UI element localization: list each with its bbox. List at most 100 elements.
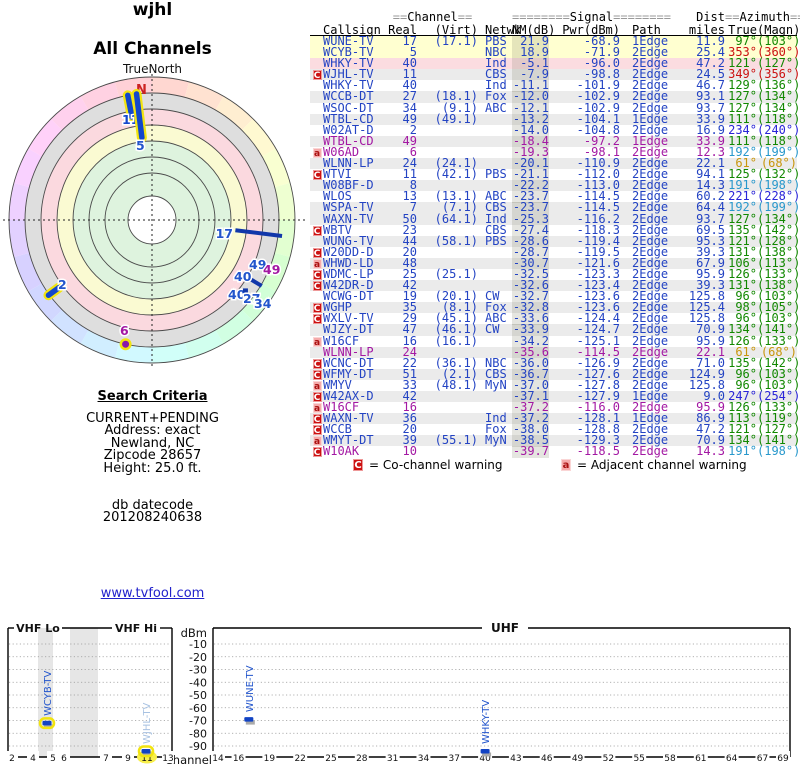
x-tick-label: 19 [264, 754, 276, 764]
y-tick-label: -20 [189, 651, 207, 664]
y-tick-label: -70 [189, 715, 207, 728]
channel-label: 49 [263, 262, 280, 277]
db-datecode-value: 201208240638 [0, 512, 305, 524]
x-tick-label: 69 [777, 754, 789, 764]
adjacent-warning-icon: a [313, 381, 322, 391]
adjacent-warning-icon: a [313, 436, 322, 446]
dbm-axis-label: dBm [181, 626, 207, 640]
x-tick-label: 49 [572, 754, 584, 764]
station-label: WUNE-TV [245, 665, 256, 712]
x-tick-label: 64 [726, 754, 738, 764]
x-tick-label: 14 [212, 754, 224, 764]
spectrum-chart: -10-20-30-40-50-60-70-80-90dBmChannelVHF… [0, 618, 800, 768]
station-bar [481, 749, 490, 754]
signal-group-header: ========Signal======== [512, 12, 670, 24]
x-tick-label: 25 [325, 754, 336, 764]
cochannel-warning-icon: C [313, 314, 322, 324]
table-group-header: ==Channel== ========Signal========Dist==A… [310, 12, 797, 24]
station-label: WHKY-TV [481, 700, 492, 744]
cochannel-warning-icon: C [313, 359, 322, 369]
cochannel-warning-icon: C [313, 226, 322, 236]
tvfool-link-wrap: www.tvfool.com [0, 586, 305, 601]
table-legend: C = Co-channel warning a = Adjacent chan… [310, 458, 797, 474]
x-tick-label: 4 [30, 754, 36, 764]
x-tick-label: 67 [757, 754, 768, 764]
adjacent-warning-icon: a [561, 459, 571, 471]
y-tick-label: -90 [189, 740, 207, 753]
x-tick-label: 61 [695, 754, 706, 764]
cochannel-warning-icon: C [313, 303, 322, 313]
radar-plot: N1151749494040273426 [0, 70, 310, 370]
adjacent-warning-icon: a [313, 337, 322, 347]
cochannel-warning-icon: C [313, 392, 322, 402]
x-tick-label: 2 [9, 754, 15, 764]
x-tick-label: 5 [50, 754, 56, 764]
station-label: WCYB-TV [43, 670, 54, 715]
table-row: CW10AK10-39.7-118.52Edge14.3191°(198°) [310, 446, 797, 457]
adjacent-warning-icon: a [313, 148, 322, 158]
y-tick-label: -40 [189, 676, 207, 689]
signal-table: ==Channel== ========Signal========Dist==A… [310, 12, 797, 458]
x-tick-label: 34 [418, 754, 430, 764]
x-tick-label: 28 [356, 754, 368, 764]
search-criteria-title: Search Criteria [0, 389, 305, 404]
uhf-label: UHF [491, 621, 519, 635]
vhf-hi-label: VHF Hi [115, 622, 157, 635]
cochannel-warning-icon: C [313, 414, 322, 424]
band-gap-shade [70, 628, 98, 757]
x-tick-label: 13 [162, 754, 173, 764]
x-tick-label: 37 [449, 754, 460, 764]
channel-label: 17 [216, 226, 233, 241]
tvfool-report: { "header": { "title": "wjhl", "subtitle… [0, 0, 800, 768]
x-tick-label: 43 [510, 754, 521, 764]
x-tick-label: 7 [103, 754, 109, 764]
dist-group-header: Dist [670, 12, 725, 24]
legend-adjacent: a = Adjacent channel warning [560, 458, 747, 472]
cochannel-warning-icon: C [313, 248, 322, 258]
station-bar [244, 717, 253, 722]
x-tick-label: 31 [387, 754, 398, 764]
search-criteria-panel: Search Criteria CURRENT+PENDING Address:… [0, 389, 305, 525]
channel-label: 6 [120, 323, 129, 338]
legend-cochannel: C = Co-channel warning [352, 458, 503, 472]
x-tick-label: 9 [125, 754, 131, 764]
station-label: WJHL-TV [142, 702, 153, 744]
azimuth-group-header: ==Azimuth== [725, 12, 797, 24]
channel-label: 40 [234, 269, 252, 284]
channel-label: 2 [58, 277, 67, 292]
search-criteria-line: Height: 25.0 ft. [0, 463, 305, 475]
y-tick-label: -50 [189, 689, 207, 702]
cochannel-warning-icon: C [313, 447, 322, 457]
adjacent-warning-icon: a [313, 403, 322, 413]
page-title: wjhl [0, 0, 305, 20]
legend-adjacent-label: = Adjacent channel warning [577, 458, 747, 472]
cochannel-warning-icon: C [313, 170, 322, 180]
x-tick-label: 58 [664, 754, 676, 764]
tvfool-link[interactable]: www.tvfool.com [101, 586, 205, 601]
channel-group-header: ==Channel== [387, 12, 478, 24]
x-tick-label: 46 [541, 754, 553, 764]
x-tick-label: 22 [294, 754, 305, 764]
cochannel-warning-icon: C [313, 70, 322, 80]
x-tick-label: 55 [633, 754, 644, 764]
legend-cochannel-label: = Co-channel warning [369, 458, 503, 472]
cochannel-warning-icon: C [313, 270, 322, 280]
adjacent-warning-icon: a [313, 259, 322, 269]
page-subtitle: All Channels [0, 39, 305, 59]
y-tick-label: -80 [189, 727, 207, 740]
x-tick-label: 16 [233, 754, 245, 764]
x-tick-label: 52 [603, 754, 614, 764]
vhf-lo-label: VHF Lo [16, 622, 60, 635]
cochannel-warning-icon: C [313, 281, 322, 291]
station-bar [142, 749, 151, 754]
cochannel-warning-icon: C [313, 370, 322, 380]
cochannel-warning-icon: C [313, 425, 322, 435]
x-tick-label: 6 [61, 754, 67, 764]
channel-marker-dot [122, 341, 129, 348]
channel-label: 5 [136, 138, 145, 153]
cochannel-warning-icon: C [353, 459, 363, 471]
channel-label: 34 [254, 296, 272, 311]
station-bar [43, 721, 52, 726]
y-tick-label: -30 [189, 664, 207, 677]
y-tick-label: -60 [189, 702, 207, 715]
